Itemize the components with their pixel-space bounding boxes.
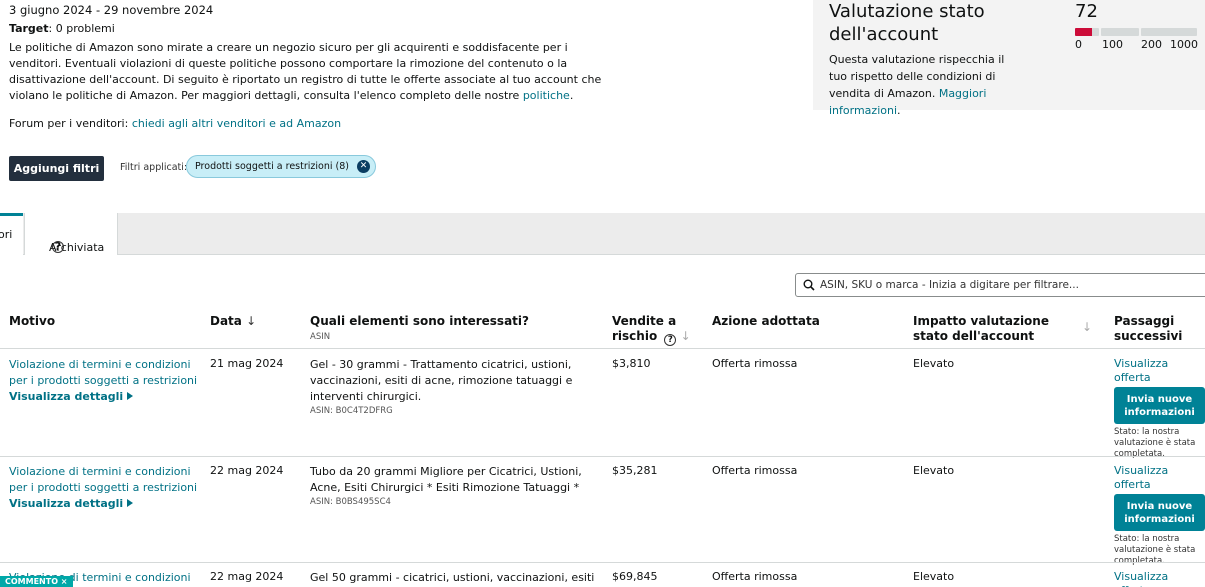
item-title: Gel 50 grammi - cicatrici, ustioni, vacc… <box>310 571 595 584</box>
sales-cell: $69,845 <box>612 570 658 583</box>
view-offer-link[interactable]: Visualizza offerta <box>1114 570 1205 587</box>
applied-filters-label: Filtri applicati: <box>120 162 188 173</box>
next-steps-cell: Visualizza offerta Invia nuove informazi… <box>1114 357 1205 460</box>
sort-arrow-icon[interactable]: ↓ <box>1082 320 1092 334</box>
send-info-button[interactable]: Invia nuove informazioni <box>1114 494 1205 531</box>
description-text: Le politiche di Amazon sono mirate a cre… <box>9 41 602 102</box>
action-cell: Offerta rimossa <box>712 570 798 583</box>
item-title: Tubo da 20 grammi Migliore per Cicatrici… <box>310 465 582 494</box>
item-cell: Gel - 30 grammi - Trattamento cicatrici,… <box>310 357 600 418</box>
view-details-link[interactable]: Visualizza dettagli <box>9 496 204 512</box>
column-header-date[interactable]: Data ↓ <box>210 314 256 329</box>
account-health-card: Valutazione stato dell'account 72 0 100 … <box>813 0 1205 117</box>
search-input[interactable] <box>820 275 1200 295</box>
column-header-items-label: Quali elementi sono interessati? <box>310 314 529 328</box>
table-row: Violazione di termini e condizioni per 2… <box>0 562 1205 587</box>
date-cell: 21 mag 2024 <box>210 357 284 370</box>
arrow-down-icon: ↓ <box>246 314 257 328</box>
table-row: Violazione di termini e condizioni per i… <box>0 349 1205 459</box>
column-header-next-steps: Passaggi successivi <box>1114 314 1183 343</box>
view-details-link[interactable]: Visualizza dettagli <box>9 389 204 405</box>
next-steps-cell: Visualizza offerta Invia nuove informazi… <box>1114 464 1205 567</box>
sales-cell: $3,810 <box>612 357 651 370</box>
health-tick: 1000 <box>1170 38 1198 51</box>
item-cell: Tubo da 20 grammi Migliore per Cicatrici… <box>310 464 600 509</box>
column-header-date-label: Data <box>210 314 242 328</box>
policy-description: Le politiche di Amazon sono mirate a cre… <box>9 40 619 104</box>
send-info-button[interactable]: Invia nuove informazioni <box>1114 387 1205 424</box>
triangle-right-icon <box>127 392 134 400</box>
health-tick: 0 <box>1075 38 1082 51</box>
forum-label: Forum per i venditori: <box>9 117 132 130</box>
help-icon[interactable]: ? <box>664 334 677 346</box>
health-bar-segment <box>1075 28 1099 36</box>
date-cell: 22 mag 2024 <box>210 570 284 583</box>
view-offer-link[interactable]: Visualizza offerta <box>1114 357 1205 385</box>
view-details-label: Visualizza dettagli <box>9 497 124 510</box>
reason-link[interactable]: Violazione di termini e condizioni per i… <box>9 358 197 387</box>
triangle-right-icon <box>127 499 134 507</box>
date-range: 3 giugno 2024 - 29 novembre 2024 <box>9 3 214 17</box>
close-icon[interactable]: ✕ <box>356 160 370 173</box>
add-filters-button[interactable]: Aggiungi filtri <box>9 156 104 181</box>
sales-cell: $35,281 <box>612 464 658 477</box>
date-cell: 22 mag 2024 <box>210 464 284 477</box>
reason-link[interactable]: Violazione di termini e condizioni per i… <box>9 465 197 494</box>
next-steps-cell: Visualizza offerta <box>1114 570 1205 587</box>
item-asin: ASIN: B0C4T2DFRG <box>310 406 393 416</box>
health-bar-segment <box>1101 28 1139 36</box>
impact-cell: Elevato <box>913 464 955 477</box>
forum-line: Forum per i venditori: chiedi agli altri… <box>9 117 341 130</box>
forum-link[interactable]: chiedi agli altri venditori e ad Amazon <box>132 117 341 130</box>
table-row: Violazione di termini e condizioni per i… <box>0 456 1205 566</box>
policies-link[interactable]: politiche <box>523 89 570 102</box>
reason-cell: Violazione di termini e condizioni per i… <box>9 464 204 512</box>
filter-chip-restricted-products[interactable]: Prodotti soggetti a restrizioni (8) ✕ <box>186 155 376 178</box>
search-icon <box>803 279 815 291</box>
column-header-items-sub: ASIN <box>310 332 331 342</box>
search-box <box>795 273 1205 297</box>
view-details-label: Visualizza dettagli <box>9 390 124 403</box>
account-health-score: 72 <box>1075 1 1098 22</box>
action-cell: Offerta rimossa <box>712 357 798 370</box>
arrow-down-icon: ↓ <box>680 329 691 343</box>
impact-cell: Elevato <box>913 570 955 583</box>
health-desc-end: . <box>897 104 901 117</box>
tab-active[interactable]: ori <box>0 213 23 255</box>
health-tick: 100 <box>1102 38 1123 51</box>
item-title: Gel - 30 grammi - Trattamento cicatrici,… <box>310 358 573 403</box>
help-icon[interactable]: ? <box>52 241 64 253</box>
description-end: . <box>569 89 574 102</box>
health-tick: 200 <box>1141 38 1162 51</box>
column-header-action: Azione adottata <box>712 314 820 328</box>
account-health-title: Valutazione stato dell'account <box>829 1 985 45</box>
column-header-reason: Motivo <box>9 314 56 328</box>
comment-badge[interactable]: COMMENTO × <box>0 576 73 587</box>
impact-cell: Elevato <box>913 357 955 370</box>
health-bar-fill <box>1075 28 1093 36</box>
column-header-sales[interactable]: Vendite a rischio ? ↓ <box>612 314 702 346</box>
tab-archived[interactable]: Archiviata? <box>24 213 118 255</box>
column-header-impact[interactable]: Impatto valutazione stato dell'account <box>913 314 1053 344</box>
target-label: Target <box>9 22 49 35</box>
action-cell: Offerta rimossa <box>712 464 798 477</box>
reason-cell: Violazione di termini e condizioni per i… <box>9 357 204 405</box>
tab-active-label: ori <box>0 228 13 241</box>
filter-chip-label: Prodotti soggetti a restrizioni (8) <box>195 161 349 172</box>
health-bar-segment <box>1141 28 1197 36</box>
column-header-items: Quali elementi sono interessati? ASIN <box>310 314 529 345</box>
account-health-description: Questa valutazione rispecchia il tuo ris… <box>829 51 1014 119</box>
view-offer-link[interactable]: Visualizza offerta <box>1114 464 1205 492</box>
item-asin: ASIN: B0BS495SC4 <box>310 497 391 507</box>
tab-bar: ori Archiviata? <box>0 213 1205 255</box>
account-health-bar <box>1075 28 1197 36</box>
target-status: Target: 0 problemi <box>9 22 115 35</box>
target-value: : 0 problemi <box>48 22 115 35</box>
item-cell: Gel 50 grammi - cicatrici, ustioni, vacc… <box>310 570 600 587</box>
